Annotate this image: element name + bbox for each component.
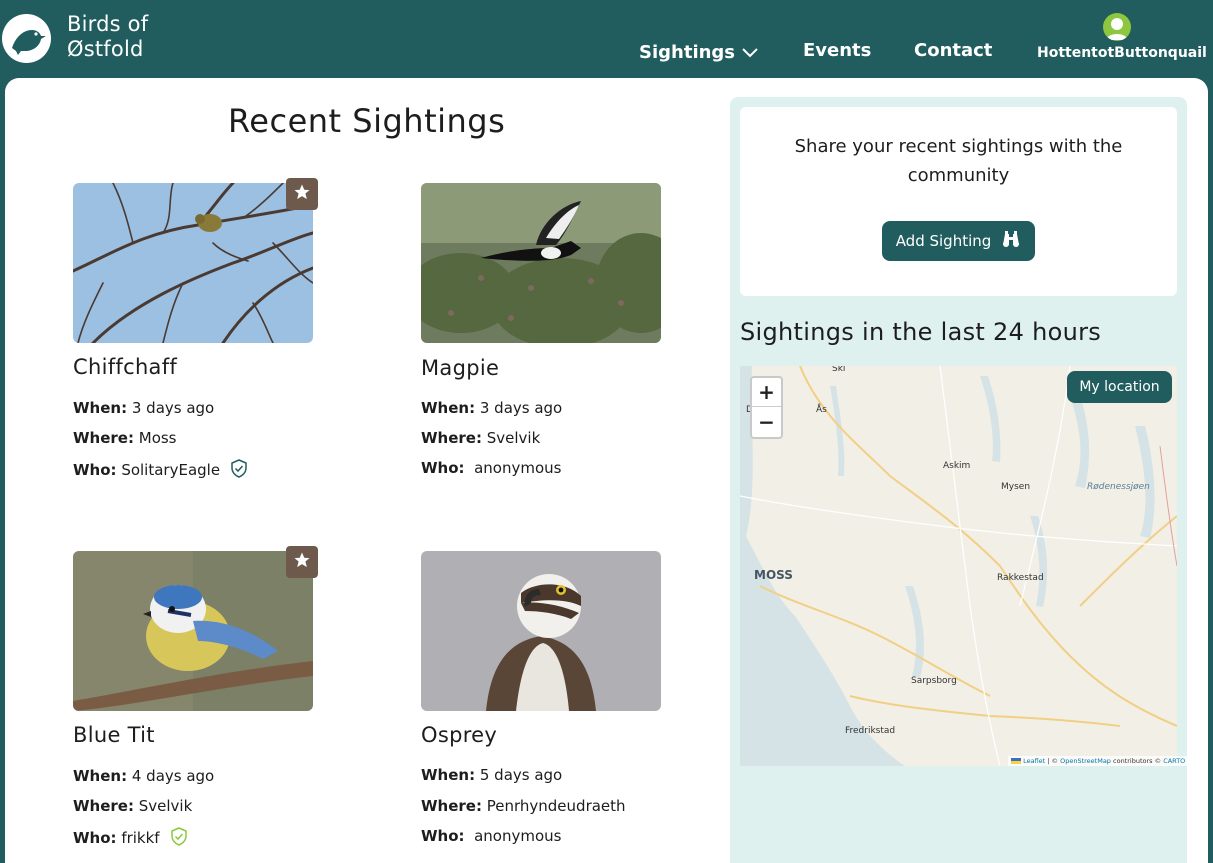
verified-shield-icon xyxy=(230,459,248,482)
map-title: Sightings in the last 24 hours xyxy=(740,318,1102,346)
sightings-map[interactable]: Ski Ås D Askim Mysen Rødenessjøen MOSS R… xyxy=(740,366,1177,766)
favorite-button[interactable] xyxy=(286,178,318,210)
where-value: Svelvik xyxy=(138,797,193,815)
sighting-when: When: 5 days ago xyxy=(421,766,562,784)
who-label: Who: xyxy=(421,827,465,845)
brand-name[interactable]: Birds of Østfold xyxy=(67,12,148,62)
nav-events[interactable]: Events xyxy=(803,40,871,61)
star-icon xyxy=(293,183,311,205)
my-location-button[interactable]: My location xyxy=(1067,371,1172,403)
nav-contact[interactable]: Contact xyxy=(914,40,992,61)
when-label: When: xyxy=(421,399,476,417)
brand-line-1: Birds of xyxy=(67,12,149,36)
when-label: When: xyxy=(421,766,476,784)
when-value: 4 days ago xyxy=(131,767,215,785)
when-value: 5 days ago xyxy=(479,766,563,784)
bird-name[interactable]: Blue Tit xyxy=(73,723,155,747)
zoom-out-button[interactable]: − xyxy=(752,408,781,437)
who-label: Who: xyxy=(421,459,465,477)
where-value: Moss xyxy=(138,429,177,447)
attribution-text: contributors © xyxy=(1110,757,1164,765)
brand-line-2: Østfold xyxy=(67,37,144,61)
bird-logo-icon[interactable] xyxy=(2,14,51,63)
when-label: When: xyxy=(73,399,128,417)
sighting-who: Who: anonymous xyxy=(421,827,561,845)
where-value: Penrhyndeudraeth xyxy=(486,797,626,815)
map-place-label: Sarpsborg xyxy=(911,676,957,686)
zoom-in-button[interactable]: + xyxy=(752,378,781,407)
nav-sightings-label: Sightings xyxy=(639,42,736,63)
sighting-when: When: 3 days ago xyxy=(421,399,562,417)
who-label: Who: xyxy=(73,829,117,847)
map-zoom-control: + − xyxy=(750,376,783,439)
osm-link[interactable]: OpenStreetMap xyxy=(1060,757,1111,765)
sighting-who: Who: frikkf xyxy=(73,827,188,850)
where-label: Where: xyxy=(421,429,482,447)
sighting-where: Where: Svelvik xyxy=(73,797,192,815)
carto-link[interactable]: CARTO xyxy=(1163,757,1185,765)
sighting-where: Where: Penrhyndeudraeth xyxy=(421,797,626,815)
top-header: Birds of Østfold Sightings Events Contac… xyxy=(0,0,1213,78)
attribution-sep: | © xyxy=(1045,757,1061,765)
bird-name[interactable]: Magpie xyxy=(421,356,499,380)
favorite-button[interactable] xyxy=(286,546,318,578)
verified-shield-icon xyxy=(170,827,188,850)
map-place-label: Askim xyxy=(943,461,971,471)
map-place-label: Mysen xyxy=(1001,482,1031,492)
when-value: 3 days ago xyxy=(131,399,215,417)
sighting-when: When: 4 days ago xyxy=(73,767,214,785)
bird-photo-chiffchaff[interactable] xyxy=(73,183,313,343)
who-value[interactable]: frikkf xyxy=(121,829,159,847)
sighting-when: When: 3 days ago xyxy=(73,399,214,417)
who-label: Who: xyxy=(73,461,117,479)
chevron-down-icon xyxy=(741,43,759,64)
who-value: anonymous xyxy=(474,827,562,845)
map-place-label: MOSS xyxy=(754,568,793,582)
sighting-where: Where: Moss xyxy=(73,429,177,447)
who-value: anonymous xyxy=(474,459,562,477)
binoculars-icon xyxy=(1001,230,1021,252)
bird-name[interactable]: Chiffchaff xyxy=(73,355,177,379)
add-sighting-label: Add Sighting xyxy=(895,232,992,250)
sighting-who: Who: anonymous xyxy=(421,459,561,477)
where-label: Where: xyxy=(73,797,134,815)
bird-photo-osprey[interactable] xyxy=(421,551,661,711)
map-place-label: Rakkestad xyxy=(997,573,1044,583)
bird-name[interactable]: Osprey xyxy=(421,723,497,747)
user-avatar-icon[interactable] xyxy=(1103,13,1131,41)
bird-photo-blue-tit[interactable] xyxy=(73,551,313,711)
map-place-label: Ås xyxy=(816,405,827,415)
nav-sightings-dropdown[interactable]: Sightings xyxy=(639,42,759,64)
leaflet-link[interactable]: Leaflet xyxy=(1023,757,1045,765)
add-sighting-button[interactable]: Add Sighting xyxy=(882,221,1035,261)
who-value[interactable]: SolitaryEagle xyxy=(121,461,220,479)
when-value: 3 days ago xyxy=(479,399,563,417)
username-link[interactable]: HottentotButtonquail xyxy=(1037,45,1207,61)
where-label: Where: xyxy=(421,797,482,815)
map-place-label: Rødenessjøen xyxy=(1087,482,1150,492)
where-value: Svelvik xyxy=(486,429,541,447)
bird-photo-magpie[interactable] xyxy=(421,183,661,343)
share-prompt-text: Share your recent sightings with the com… xyxy=(794,136,1123,186)
map-place-label: Ski xyxy=(832,366,846,374)
where-label: Where: xyxy=(73,429,134,447)
map-attribution: Leaflet | © OpenStreetMap contributors ©… xyxy=(1008,756,1189,766)
when-label: When: xyxy=(73,767,128,785)
page-title: Recent Sightings xyxy=(228,102,506,140)
sighting-who: Who: SolitaryEagle xyxy=(73,459,248,482)
ukraine-flag-icon xyxy=(1011,758,1021,764)
map-place-label: Fredrikstad xyxy=(845,726,896,736)
sighting-where: Where: Svelvik xyxy=(421,429,540,447)
star-icon xyxy=(293,551,311,573)
